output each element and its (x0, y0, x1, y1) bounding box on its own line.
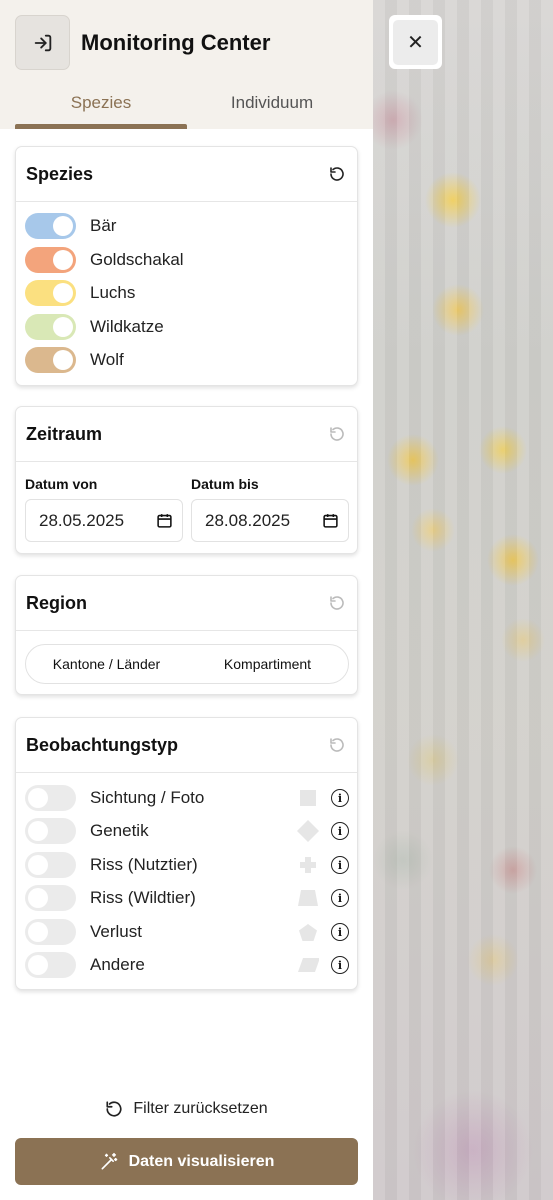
species-card-title: Spezies (26, 163, 94, 184)
species-label: Luchs (90, 283, 136, 302)
date-to-field[interactable]: 28.08.2025 (191, 499, 349, 542)
period-card: Zeitraum Datum von Datum bis 28.05.2025 … (15, 406, 358, 554)
observation-label: Genetik (90, 821, 149, 840)
login-icon (34, 34, 51, 51)
observation-row-sichtung[interactable]: Sichtung / Foto i (25, 785, 349, 811)
region-card-header: Region (16, 576, 357, 631)
calendar-icon[interactable] (322, 512, 339, 529)
info-icon[interactable]: i (331, 889, 349, 907)
reset-filters-label: Filter zurücksetzen (133, 1100, 268, 1117)
toggle-switch[interactable] (25, 919, 76, 945)
tab-active-indicator (15, 124, 187, 129)
species-reset-icon[interactable] (327, 164, 347, 184)
toggle-switch[interactable] (25, 952, 76, 978)
observation-card-header: Beobachtungstyp (16, 718, 357, 773)
reset-icon (106, 1101, 122, 1117)
toggle-switch[interactable] (25, 247, 76, 273)
info-icon[interactable]: i (331, 923, 349, 941)
toggle-switch[interactable] (25, 314, 76, 340)
reset-filters-button[interactable]: Filter zurücksetzen (0, 1100, 373, 1118)
species-row-wildkatze[interactable]: Wildkatze (25, 314, 349, 340)
species-card-header: Spezies (16, 147, 357, 202)
map-background[interactable] (373, 0, 553, 1200)
observation-row-verlust[interactable]: Verlust i (25, 919, 349, 945)
observation-label: Riss (Nutztier) (90, 855, 198, 874)
observation-card: Beobachtungstyp Sichtung / Foto i Geneti… (15, 717, 358, 990)
info-icon[interactable]: i (331, 856, 349, 874)
trapezoid-icon (297, 887, 319, 909)
region-reset-icon[interactable] (327, 593, 347, 613)
info-icon[interactable]: i (331, 822, 349, 840)
toggle-switch[interactable] (25, 347, 76, 373)
species-row-baer[interactable]: Bär (25, 213, 349, 239)
species-row-wolf[interactable]: Wolf (25, 347, 349, 373)
cross-icon (297, 854, 319, 876)
species-card: Spezies Bär Goldschakal Luchs Wildkatze … (15, 146, 358, 386)
date-from-field[interactable]: 28.05.2025 (25, 499, 183, 542)
diamond-icon (297, 820, 319, 842)
observation-label: Verlust (90, 922, 142, 941)
observation-label: Riss (Wildtier) (90, 888, 196, 907)
toggle-switch[interactable] (25, 852, 76, 878)
observation-card-title: Beobachtungstyp (26, 734, 179, 755)
login-button[interactable] (15, 15, 70, 70)
toggle-switch[interactable] (25, 785, 76, 811)
close-button[interactable]: ✕ (389, 15, 442, 69)
info-icon[interactable]: i (331, 789, 349, 807)
magic-wand-icon (101, 1152, 117, 1169)
toggle-switch[interactable] (25, 213, 76, 239)
species-label: Wildkatze (90, 317, 164, 336)
period-reset-icon[interactable] (327, 424, 347, 444)
species-label: Goldschakal (90, 250, 184, 269)
close-icon: ✕ (393, 19, 438, 65)
region-card-title: Region (26, 592, 87, 613)
filter-panel: Monitoring Center Spezies Individuum Spe… (0, 0, 373, 1200)
segment-kompartiment[interactable]: Kompartiment (187, 645, 348, 683)
observation-label: Sichtung / Foto (90, 788, 205, 807)
tab-spezies[interactable]: Spezies (15, 93, 187, 113)
observation-row-andere[interactable]: Andere i (25, 952, 349, 978)
observation-row-riss-nutztier[interactable]: Riss (Nutztier) i (25, 852, 349, 878)
observation-row-riss-wildtier[interactable]: Riss (Wildtier) i (25, 885, 349, 911)
info-icon[interactable]: i (331, 956, 349, 974)
visualize-data-button[interactable]: Daten visualisieren (15, 1138, 358, 1185)
observation-reset-icon[interactable] (327, 735, 347, 755)
square-icon (297, 787, 319, 809)
tab-individuum[interactable]: Individuum (186, 93, 358, 113)
species-row-goldschakal[interactable]: Goldschakal (25, 247, 349, 273)
visualize-data-label: Daten visualisieren (128, 1152, 275, 1170)
date-from-label: Datum von (25, 476, 98, 492)
period-card-title: Zeitraum (26, 423, 103, 444)
species-label: Bär (90, 216, 117, 235)
region-segmented-control: Kantone / Länder Kompartiment (25, 644, 349, 684)
species-row-luchs[interactable]: Luchs (25, 280, 349, 306)
period-card-header: Zeitraum (16, 407, 357, 462)
parallelogram-icon (297, 954, 319, 976)
page-title: Monitoring Center (81, 30, 271, 55)
segment-kantone[interactable]: Kantone / Länder (26, 645, 187, 683)
date-to-value: 28.08.2025 (205, 510, 291, 530)
panel-header: Monitoring Center Spezies Individuum (0, 0, 373, 129)
date-to-label: Datum bis (191, 476, 259, 492)
toggle-switch[interactable] (25, 280, 76, 306)
species-label: Wolf (90, 350, 124, 369)
observation-row-genetik[interactable]: Genetik i (25, 818, 349, 844)
observation-label: Andere (90, 955, 145, 974)
toggle-switch[interactable] (25, 885, 76, 911)
calendar-icon[interactable] (156, 512, 173, 529)
region-card: Region Kantone / Länder Kompartiment (15, 575, 358, 695)
date-from-value: 28.05.2025 (39, 510, 125, 530)
toggle-switch[interactable] (25, 818, 76, 844)
pentagon-icon (297, 921, 319, 943)
